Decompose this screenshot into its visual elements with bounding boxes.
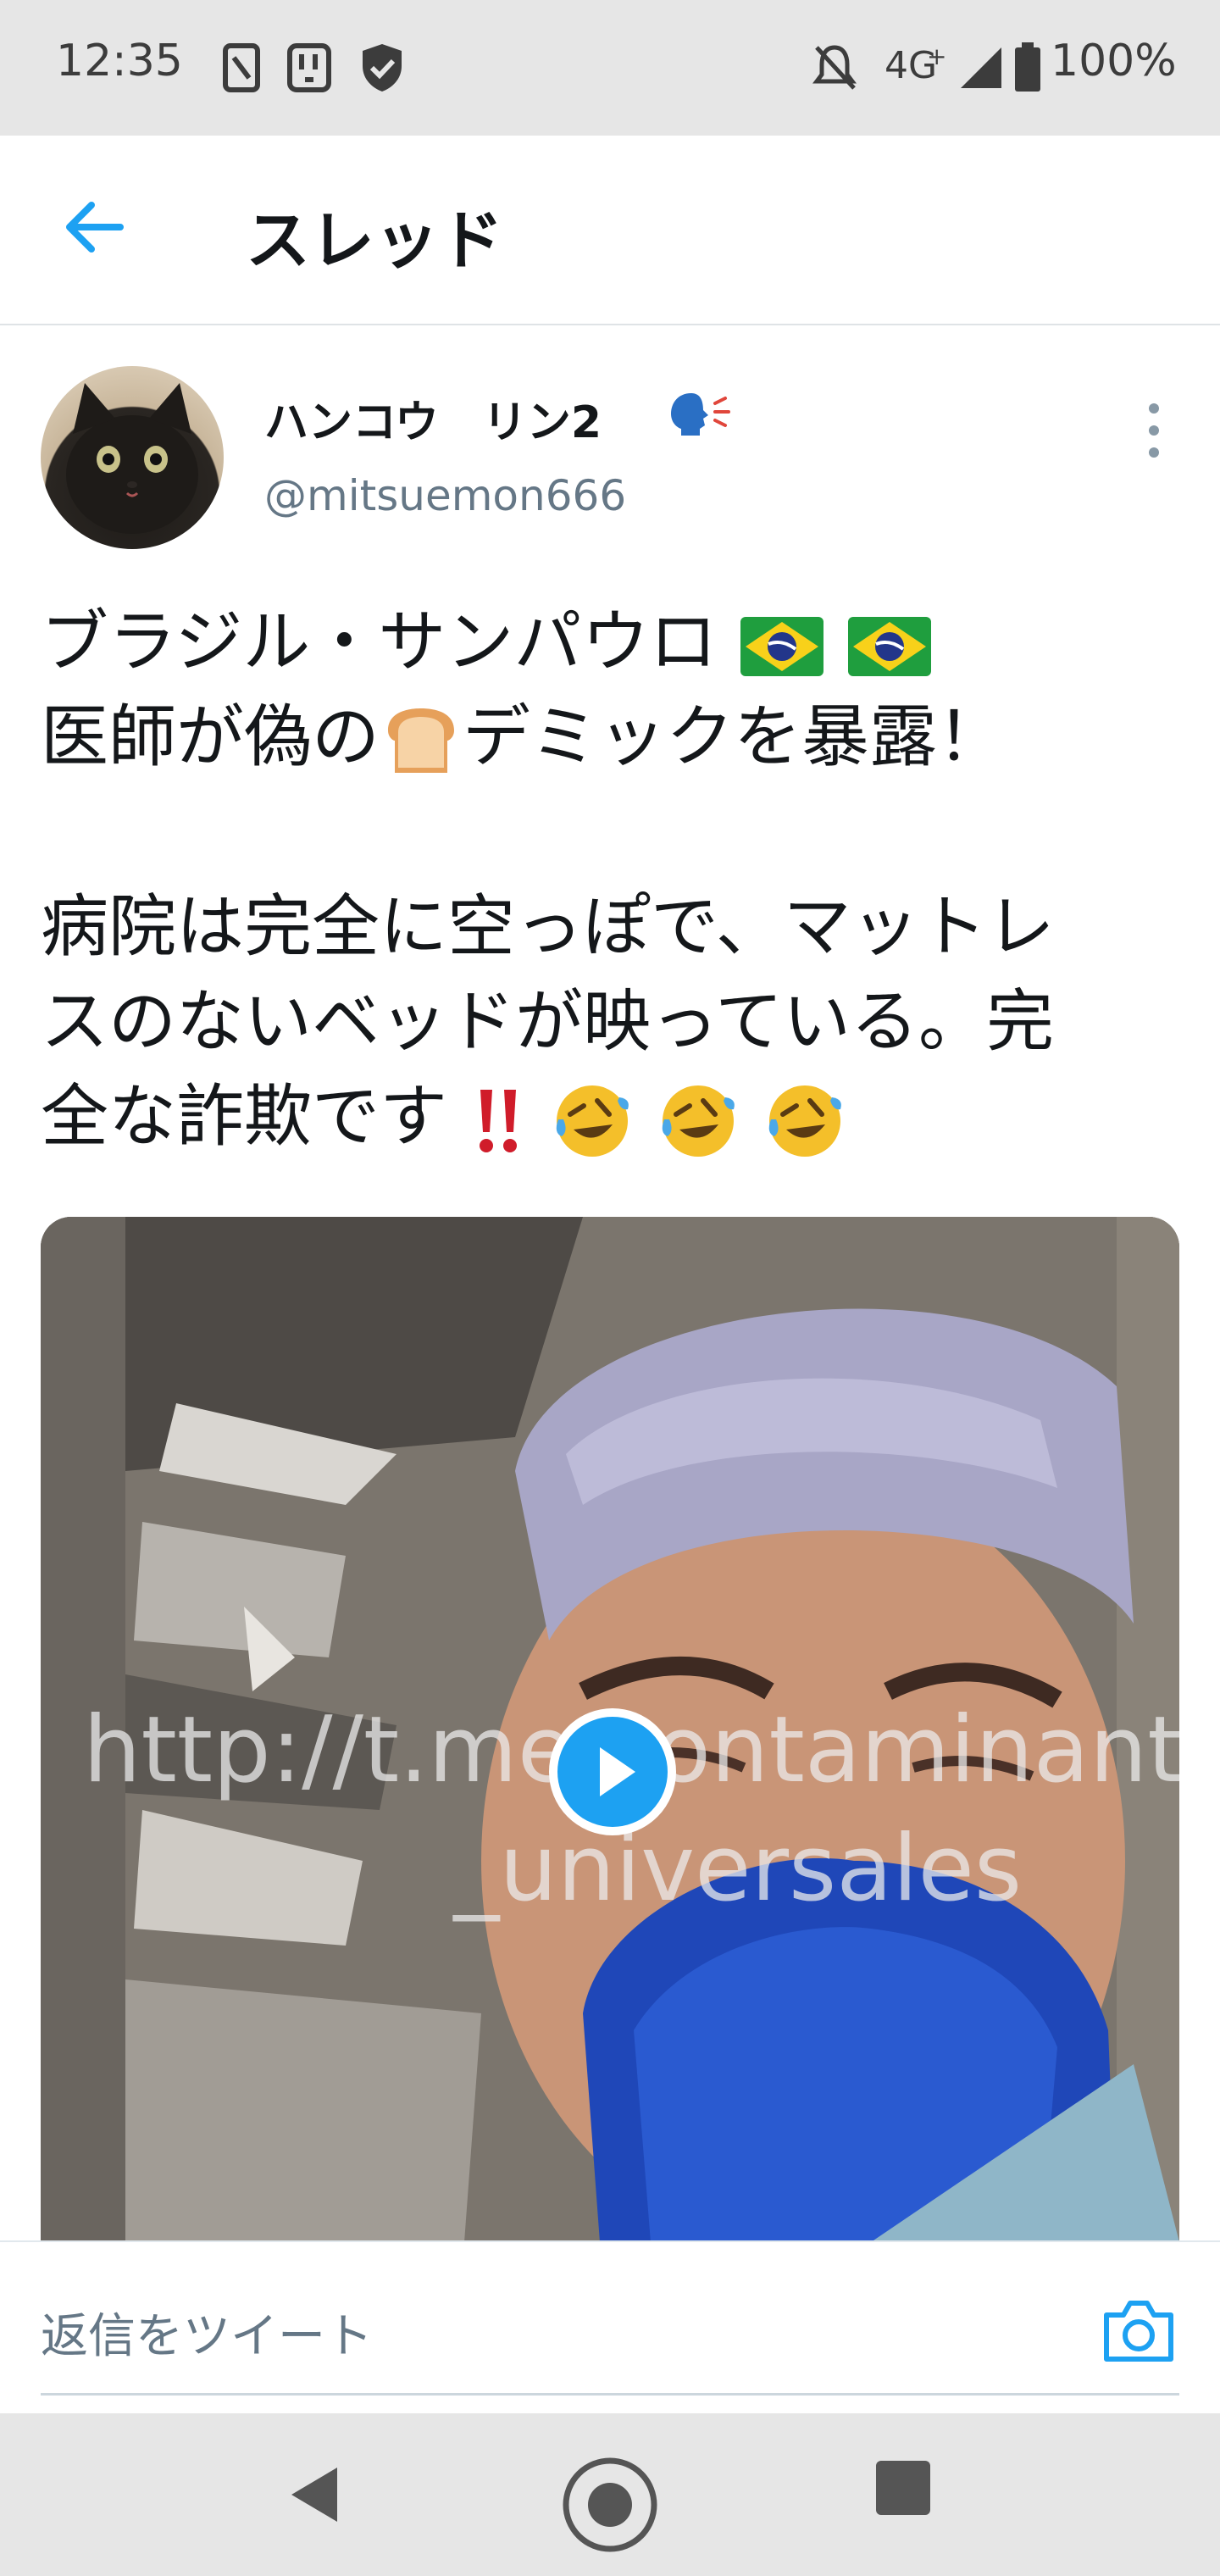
tweet-text-segment: デミックを暴露！ (463, 697, 1005, 776)
tweet-line-3: 病院は完全に空っぽで、マットレ (41, 887, 1055, 966)
tweet-text-segment: 全な詐欺です (41, 1077, 447, 1156)
network-plus: + (927, 42, 947, 70)
bread-icon (388, 708, 454, 774)
user-handle[interactable]: @mitsuemon666 (264, 471, 626, 520)
play-button[interactable] (549, 1708, 676, 1835)
page-title: スレッド (246, 203, 503, 278)
shield-check-icon (363, 44, 402, 92)
display-name[interactable]: ハンコウ リン2 (264, 386, 602, 450)
tweet-text: ブラジル・サンパウロ 医師が偽の デミックを暴露！ 病院は完全に空っぽで、マット… (41, 595, 1184, 1164)
tweet-text-segment: 医師が偽の (41, 697, 380, 776)
tweet: ハンコウ リン2 @mitsuemon666 ブラジル・サンパウロ 医師が偽の … (0, 325, 1220, 2242)
back-triangle-icon[interactable] (285, 2461, 352, 2529)
arrow-left-icon[interactable] (61, 193, 129, 261)
tweet-line-2: 医師が偽の デミックを暴露！ (41, 690, 1184, 785)
rolling-laughing-icon (663, 1085, 735, 1158)
brazil-flag-icon (740, 617, 824, 677)
battery-percent: 100% (1051, 36, 1177, 86)
reply-input[interactable]: 返信をツイート (41, 2298, 373, 2367)
reply-underline (41, 2393, 1179, 2396)
status-time: 12:35 (56, 36, 183, 86)
camera-icon[interactable] (1101, 2296, 1176, 2364)
home-circle-icon[interactable] (561, 2456, 659, 2554)
more-vertical-icon[interactable] (1135, 397, 1173, 464)
speaking-head-icon (671, 393, 730, 436)
reply-bar: 返信をツイート (0, 2240, 1220, 2413)
notifications-off-icon (812, 45, 857, 90)
status-bar: 12:35 4G + 100% (0, 0, 1220, 136)
tweet-text-segment: ブラジル・サンパウロ (41, 602, 718, 681)
cat-avatar-image (66, 383, 198, 534)
video-thumbnail[interactable]: http://t.me/contaminantes _universales (41, 1217, 1179, 2242)
tweet-line-4: スのないベッドが映っている。完 (41, 982, 1054, 1061)
app-header: スレッド (0, 136, 1220, 325)
battery-icon (1015, 42, 1040, 92)
system-nav-bar (0, 2413, 1220, 2576)
signal-icon (961, 47, 1001, 88)
notification-app-icon (287, 43, 331, 92)
sim-card-icon (223, 43, 260, 92)
rolling-laughing-icon (768, 1085, 841, 1158)
rolling-laughing-icon (556, 1085, 629, 1158)
tweet-line-5: 全な詐欺です (41, 1069, 1184, 1164)
avatar[interactable] (41, 366, 224, 549)
double-exclamation-icon (480, 1090, 518, 1153)
play-icon (600, 1747, 635, 1796)
brazil-flag-icon (848, 617, 932, 677)
tweet-line-1: ブラジル・サンパウロ (41, 595, 1184, 690)
recent-square-icon[interactable] (876, 2461, 930, 2515)
